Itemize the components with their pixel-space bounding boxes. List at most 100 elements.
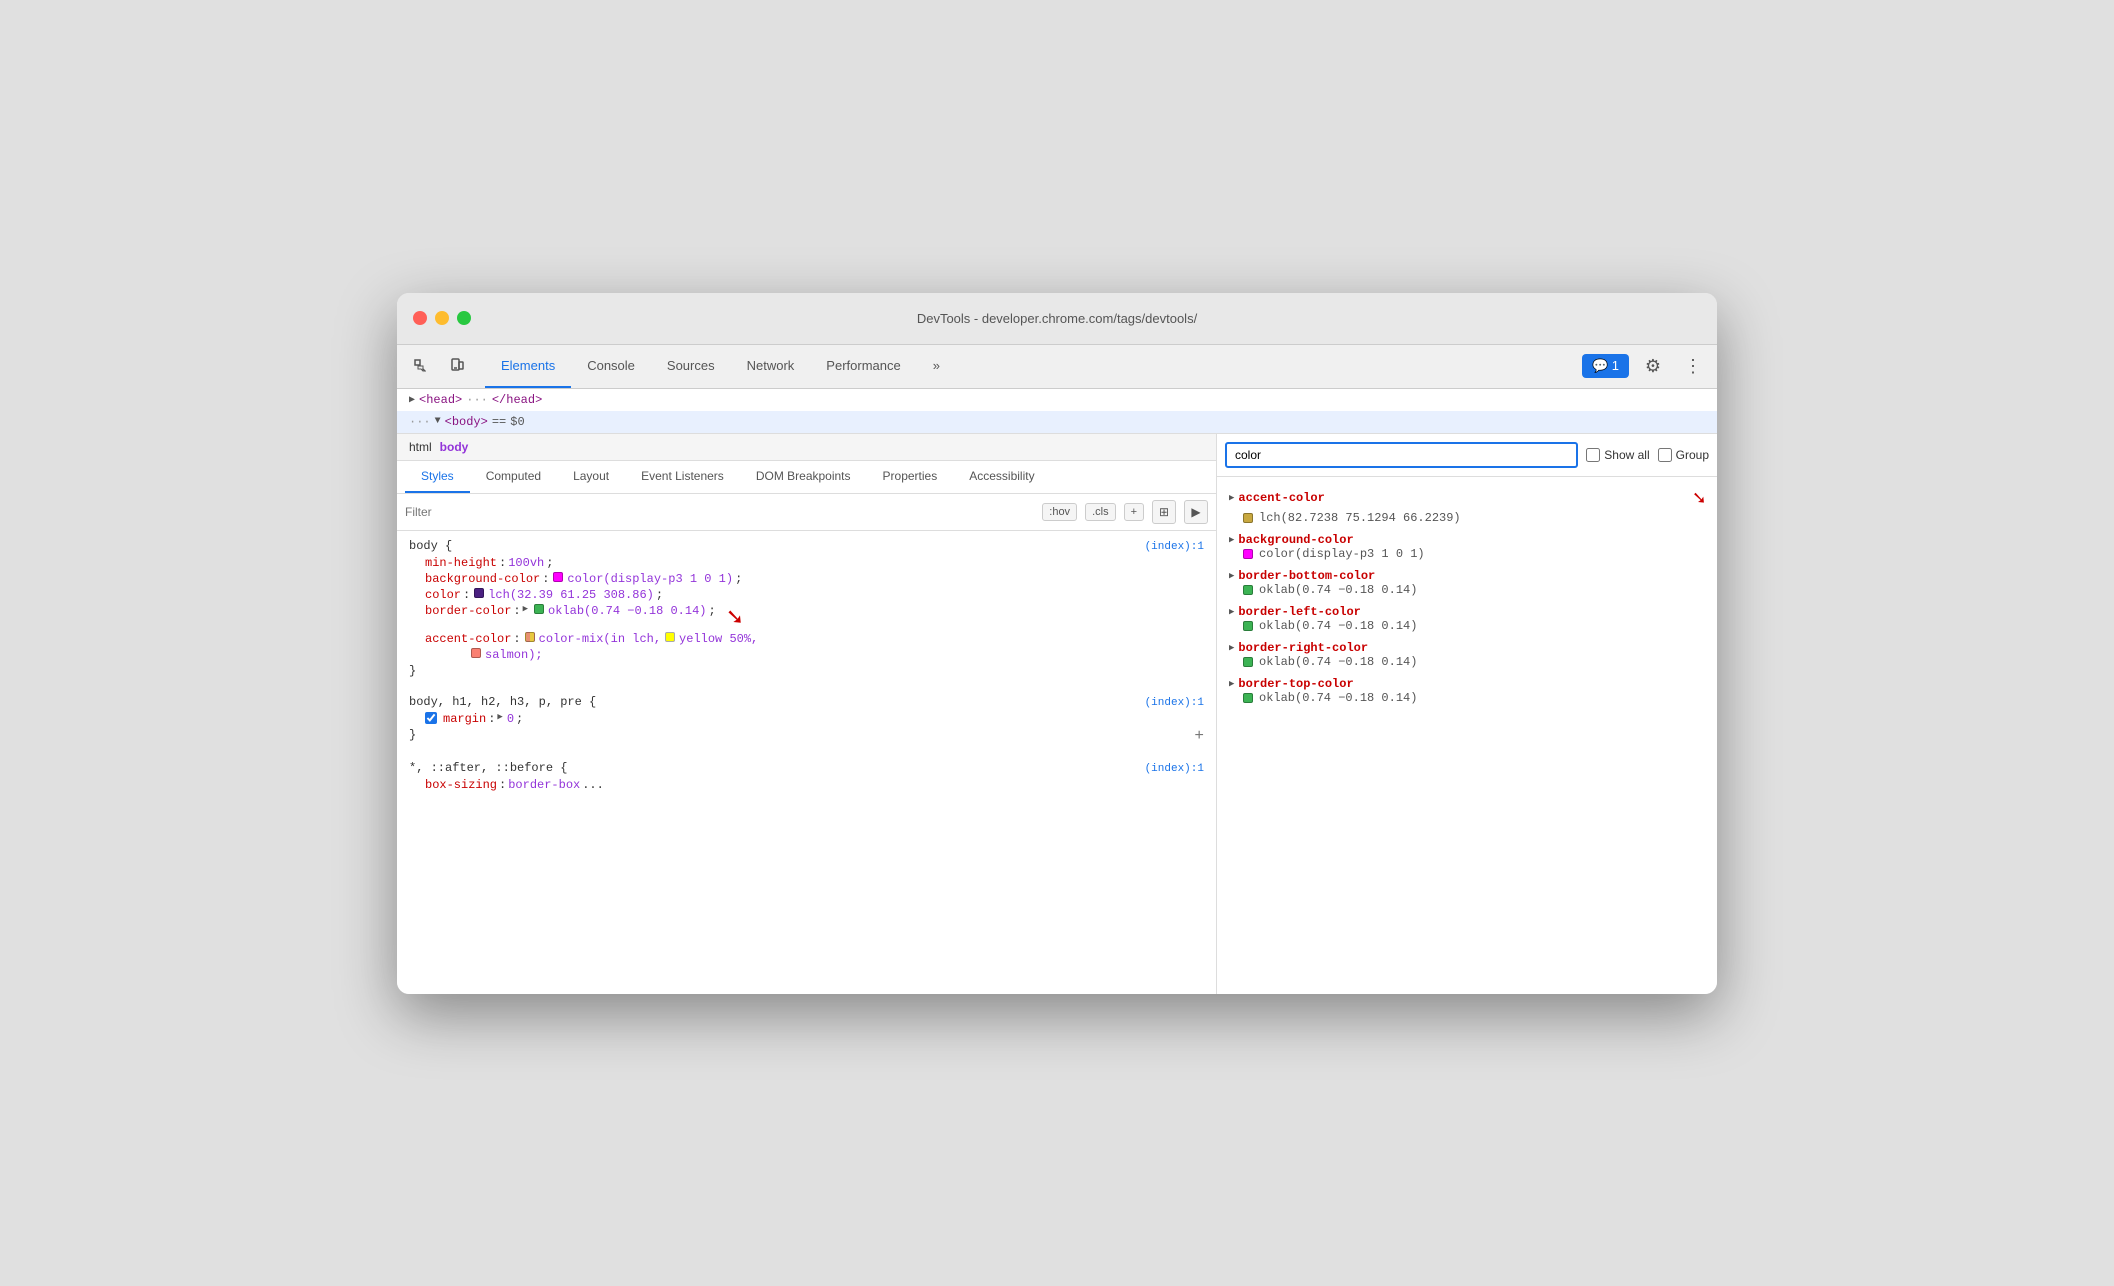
css-prop-name-border[interactable]: border-color bbox=[425, 604, 511, 618]
css-prop-value[interactable]: 100vh bbox=[508, 556, 544, 570]
bgcolor-swatch[interactable] bbox=[1243, 549, 1253, 559]
computed-item-border-top[interactable]: ▶ border-top-color oklab(0.74 −0.18 0.14… bbox=[1217, 673, 1717, 709]
inspect-icon[interactable] bbox=[405, 350, 437, 382]
tab-network[interactable]: Network bbox=[731, 344, 811, 388]
css-prop-value-color[interactable]: lch(32.39 61.25 308.86) bbox=[488, 588, 654, 602]
accent-swatch[interactable] bbox=[1243, 513, 1253, 523]
cls-button[interactable]: .cls bbox=[1085, 503, 1116, 521]
subtab-computed[interactable]: Computed bbox=[470, 461, 557, 493]
tab-performance[interactable]: Performance bbox=[810, 344, 916, 388]
css-source-link-2[interactable]: (index):1 bbox=[1145, 697, 1204, 709]
computed-item-accent[interactable]: ▶ accent-color ➘ lch(82.7238 75.1294 66.… bbox=[1217, 481, 1717, 529]
css-prop-value-accent[interactable]: color-mix(in lch, bbox=[539, 632, 661, 646]
maximize-button[interactable] bbox=[457, 311, 471, 325]
tab-elements[interactable]: Elements bbox=[485, 344, 571, 388]
tab-sources[interactable]: Sources bbox=[651, 344, 731, 388]
show-all-label[interactable]: Show all bbox=[1586, 448, 1649, 462]
dom-dots: ··· bbox=[409, 415, 431, 429]
css-prop-name-bg[interactable]: background-color bbox=[425, 572, 540, 586]
expand-margin-icon[interactable]: ▶ bbox=[497, 712, 502, 722]
expand-border-left-icon[interactable]: ▶ bbox=[1229, 607, 1234, 617]
subtab-styles[interactable]: Styles bbox=[405, 461, 470, 493]
minimize-button[interactable] bbox=[435, 311, 449, 325]
color-swatch-yellow[interactable] bbox=[665, 632, 675, 642]
computed-item-border-right[interactable]: ▶ border-right-color oklab(0.74 −0.18 0.… bbox=[1217, 637, 1717, 673]
group-label[interactable]: Group bbox=[1658, 448, 1709, 462]
new-style-rule-icon[interactable]: ⊞ bbox=[1152, 500, 1176, 524]
more-options-icon[interactable]: ⋮ bbox=[1677, 350, 1709, 382]
computed-value-border-top: oklab(0.74 −0.18 0.14) bbox=[1229, 691, 1705, 705]
add-style-button[interactable]: + bbox=[1124, 503, 1144, 521]
show-all-text: Show all bbox=[1604, 448, 1649, 462]
hov-button[interactable]: :hov bbox=[1042, 503, 1077, 521]
computed-item-border-bottom[interactable]: ▶ border-bottom-color oklab(0.74 −0.18 0… bbox=[1217, 565, 1717, 601]
computed-prop-border-left: border-left-color bbox=[1238, 605, 1360, 619]
expand-triangle[interactable]: ▶ bbox=[409, 394, 415, 406]
css-source-link[interactable]: (index):1 bbox=[1145, 541, 1204, 553]
dom-expand[interactable]: ▼ bbox=[435, 416, 441, 427]
close-button[interactable] bbox=[413, 311, 427, 325]
border-left-value-text: oklab(0.74 −0.18 0.14) bbox=[1259, 619, 1417, 633]
css-prop-name-boxsizing[interactable]: box-sizing bbox=[425, 778, 497, 792]
computed-prop-bgcolor: background-color bbox=[1238, 533, 1353, 547]
expand-border-icon[interactable]: ▶ bbox=[523, 604, 528, 614]
add-property-button[interactable]: + bbox=[1194, 728, 1204, 744]
dom-head-line[interactable]: ▶ <head> ··· </head> bbox=[397, 389, 1717, 411]
dom-body-line[interactable]: ··· ▼ <body> == $0 bbox=[397, 411, 1717, 433]
css-prop-name[interactable]: min-height bbox=[425, 556, 497, 570]
tab-more[interactable]: » bbox=[917, 344, 956, 388]
dom-tag-head: <head> bbox=[419, 393, 462, 407]
group-checkbox[interactable] bbox=[1658, 448, 1672, 462]
window-title: DevTools - developer.chrome.com/tags/dev… bbox=[917, 311, 1197, 326]
expand-border-right-icon[interactable]: ▶ bbox=[1229, 643, 1234, 653]
color-swatch-color[interactable] bbox=[474, 588, 484, 598]
css-prop-value-border[interactable]: oklab(0.74 −0.18 0.14) bbox=[548, 604, 706, 618]
expand-accent-icon[interactable]: ▶ bbox=[1229, 493, 1234, 503]
css-rule-universal: *, ::after, ::before { (index):1 box-siz… bbox=[409, 761, 1204, 793]
css-source-link-3[interactable]: (index):1 bbox=[1145, 763, 1204, 775]
expand-bgcolor-icon[interactable]: ▶ bbox=[1229, 535, 1234, 545]
css-prop-value-bg[interactable]: color(display-p3 1 0 1) bbox=[567, 572, 733, 586]
color-swatch-bg[interactable] bbox=[553, 572, 563, 582]
subtab-properties[interactable]: Properties bbox=[867, 461, 954, 493]
expand-border-bottom-icon[interactable]: ▶ bbox=[1229, 571, 1234, 581]
css-prop-name-color[interactable]: color bbox=[425, 588, 461, 602]
color-swatch-accent[interactable] bbox=[525, 632, 535, 642]
filter-input[interactable] bbox=[405, 505, 1034, 519]
titlebar: DevTools - developer.chrome.com/tags/dev… bbox=[397, 293, 1717, 345]
border-right-swatch[interactable] bbox=[1243, 657, 1253, 667]
color-swatch-salmon[interactable] bbox=[471, 648, 481, 658]
css-prop-value-boxsizing[interactable]: border-box bbox=[508, 778, 580, 792]
color-swatch-border[interactable] bbox=[534, 604, 544, 614]
computed-item-bgcolor[interactable]: ▶ background-color color(display-p3 1 0 … bbox=[1217, 529, 1717, 565]
accent-value-text: lch(82.7238 75.1294 66.2239) bbox=[1259, 511, 1461, 525]
toggle-play-icon[interactable]: ▶ bbox=[1184, 500, 1208, 524]
show-all-checkbox[interactable] bbox=[1586, 448, 1600, 462]
expand-border-top-icon[interactable]: ▶ bbox=[1229, 679, 1234, 689]
breadcrumb-html[interactable]: html bbox=[409, 440, 432, 454]
css-rule-header-3: *, ::after, ::before { (index):1 bbox=[409, 761, 1204, 775]
css-prop-name-accent[interactable]: accent-color bbox=[425, 632, 511, 646]
subtab-dom-breakpoints[interactable]: DOM Breakpoints bbox=[740, 461, 867, 493]
messages-badge[interactable]: 💬 1 bbox=[1582, 354, 1629, 378]
margin-checkbox[interactable] bbox=[425, 712, 437, 724]
breadcrumb-body[interactable]: body bbox=[440, 440, 469, 454]
border-bottom-swatch[interactable] bbox=[1243, 585, 1253, 595]
css-selector: body { bbox=[409, 539, 452, 553]
subtab-event-listeners[interactable]: Event Listeners bbox=[625, 461, 740, 493]
computed-search-input[interactable] bbox=[1225, 442, 1578, 468]
traffic-lights bbox=[413, 311, 471, 325]
border-left-swatch[interactable] bbox=[1243, 621, 1253, 631]
computed-item-border-left[interactable]: ▶ border-left-color oklab(0.74 −0.18 0.1… bbox=[1217, 601, 1717, 637]
subtab-accessibility[interactable]: Accessibility bbox=[953, 461, 1050, 493]
css-prop-name-margin[interactable]: margin bbox=[443, 712, 486, 726]
device-icon[interactable] bbox=[441, 350, 473, 382]
subtab-layout[interactable]: Layout bbox=[557, 461, 625, 493]
css-selector-2: body, h1, h2, h3, p, pre { bbox=[409, 695, 596, 709]
css-prop-value-margin[interactable]: 0 bbox=[507, 712, 514, 726]
border-top-swatch[interactable] bbox=[1243, 693, 1253, 703]
tab-console[interactable]: Console bbox=[571, 344, 651, 388]
computed-prop-border-right: border-right-color bbox=[1238, 641, 1368, 655]
settings-icon[interactable]: ⚙ bbox=[1637, 350, 1669, 382]
css-selector-3: *, ::after, ::before { bbox=[409, 761, 567, 775]
